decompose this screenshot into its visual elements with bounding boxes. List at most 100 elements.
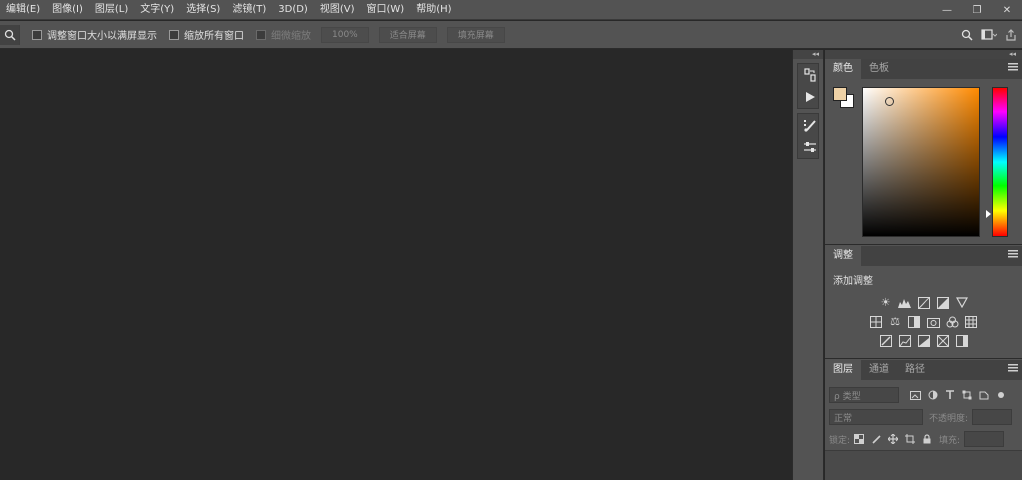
layer-filter-select[interactable]: ρ 类型 — [829, 387, 899, 403]
options-bar: 调整窗口大小以满屏显示 缩放所有窗口 细微缩放 100% 适合屏幕 填充屏幕 — [0, 21, 1022, 49]
options-right-tools — [956, 21, 1022, 49]
blend-row: 正常 不透明度: — [825, 406, 1022, 428]
history-icon[interactable] — [798, 64, 822, 86]
right-panels: ◂◂ 颜色 色板 调整 添加调整 ☀ ⚖ 图层 通道 路径 ρ 类型 正常 不透… — [825, 50, 1022, 480]
lock-all-icon[interactable] — [918, 431, 935, 447]
zoom-all-label: 缩放所有窗口 — [184, 31, 244, 42]
opacity-label: 不透明度: — [929, 413, 969, 424]
brush-settings-icon[interactable] — [798, 114, 822, 136]
resize-window-label: 调整窗口大小以满屏显示 — [47, 31, 157, 42]
workspace-icon[interactable] — [978, 24, 1000, 46]
hue-saturation-icon[interactable] — [869, 314, 884, 329]
panel-menu-icon[interactable] — [1008, 364, 1018, 374]
restore-button[interactable]: ❐ — [962, 0, 992, 20]
tab-adjustments[interactable]: 调整 — [825, 246, 861, 266]
color-picker-handle[interactable] — [885, 97, 894, 106]
close-button[interactable]: ✕ — [992, 0, 1022, 20]
filter-toggle-icon[interactable] — [992, 387, 1009, 403]
menu-view[interactable]: 视图(V) — [314, 0, 361, 20]
color-panel-tabs: 颜色 色板 — [825, 59, 1022, 79]
add-adjustment-label: 添加调整 — [833, 276, 873, 287]
zoom-all-checkbox[interactable]: 缩放所有窗口 — [169, 27, 244, 42]
foreground-color-swatch[interactable] — [833, 87, 847, 101]
resize-window-checkbox[interactable]: 调整窗口大小以满屏显示 — [32, 27, 157, 42]
magnifier-icon — [4, 29, 16, 41]
menu-edit[interactable]: 编辑(E) — [0, 0, 46, 20]
tab-layers[interactable]: 图层 — [825, 360, 861, 380]
menu-select[interactable]: 选择(S) — [180, 0, 226, 20]
fit-screen-button[interactable]: 适合屏幕 — [378, 26, 437, 43]
brightness-icon[interactable]: ☀ — [878, 295, 893, 310]
levels-icon[interactable] — [897, 295, 912, 310]
lock-row: 锁定: 填充: — [825, 428, 1022, 450]
tab-paths[interactable]: 路径 — [897, 360, 933, 380]
color-lookup-icon[interactable] — [964, 314, 979, 329]
color-picker — [825, 79, 1022, 241]
threshold-icon[interactable] — [916, 333, 931, 348]
exposure-icon[interactable] — [935, 295, 950, 310]
curves-icon[interactable] — [916, 295, 931, 310]
strip-group-history — [797, 63, 819, 109]
panel-menu-icon[interactable] — [1008, 63, 1018, 73]
tab-color[interactable]: 颜色 — [825, 59, 861, 79]
adjustment-row-2: ⚖ — [825, 314, 1022, 329]
actions-play-icon[interactable] — [798, 86, 822, 108]
fill-screen-button[interactable]: 填充屏幕 — [446, 26, 505, 43]
saturation-value-field[interactable] — [862, 87, 980, 237]
strip-group-brush — [797, 113, 819, 159]
menu-window[interactable]: 窗口(W) — [361, 0, 411, 20]
scrubby-zoom-checkbox[interactable]: 细微缩放 — [256, 27, 311, 42]
tab-swatches[interactable]: 色板 — [861, 59, 897, 79]
blend-mode-select[interactable]: 正常 — [829, 409, 923, 425]
color-panel: 颜色 色板 — [825, 59, 1022, 245]
selective-color-icon[interactable] — [935, 333, 950, 348]
menu-help[interactable]: 帮助(H) — [410, 0, 457, 20]
checkbox-box — [169, 29, 179, 40]
minimize-button[interactable]: — — [932, 0, 962, 20]
adjustment-row-1: ☀ — [825, 295, 1022, 310]
invert-icon[interactable] — [878, 333, 893, 348]
lock-position-move-icon[interactable] — [884, 431, 901, 447]
layers-panel-tabs: 图层 通道 路径 — [825, 360, 1022, 380]
scrubby-zoom-label: 细微缩放 — [271, 31, 311, 42]
hue-slider-arrow[interactable] — [986, 210, 991, 218]
properties-sliders-icon[interactable] — [798, 136, 822, 158]
panel-menu-icon[interactable] — [1008, 250, 1018, 260]
document-canvas-area[interactable] — [0, 50, 792, 480]
lock-artboard-icon[interactable] — [901, 431, 918, 447]
adjustments-panel: 调整 添加调整 ☀ ⚖ — [825, 246, 1022, 359]
hue-slider[interactable] — [992, 87, 1008, 237]
zoom-tool-button[interactable] — [0, 24, 20, 45]
posterize-icon[interactable] — [897, 333, 912, 348]
lock-label: 锁定: — [829, 435, 851, 446]
filter-adjustment-icon[interactable] — [924, 387, 941, 403]
filter-type-icon[interactable] — [941, 387, 958, 403]
collapse-strip-toggle[interactable]: ◂◂ — [793, 50, 823, 59]
collapse-panels-toggle[interactable]: ◂◂ — [825, 50, 1022, 59]
search-icon[interactable] — [956, 24, 978, 46]
menu-layer[interactable]: 图层(L) — [89, 0, 134, 20]
layers-list[interactable] — [825, 450, 1022, 480]
photo-filter-icon[interactable] — [926, 314, 941, 329]
lock-pixels-brush-icon[interactable] — [867, 431, 884, 447]
gradient-map-icon[interactable] — [954, 333, 969, 348]
color-balance-icon[interactable]: ⚖ — [888, 314, 903, 329]
collapsed-panel-strip: ◂◂ — [792, 50, 824, 480]
menu-type[interactable]: 文字(Y) — [134, 0, 180, 20]
checkbox-box — [256, 29, 266, 40]
lock-transparent-icon[interactable] — [850, 431, 867, 447]
filter-shape-icon[interactable] — [958, 387, 975, 403]
share-icon[interactable] — [1000, 24, 1022, 46]
tab-channels[interactable]: 通道 — [861, 360, 897, 380]
menu-3d[interactable]: 3D(D) — [272, 0, 314, 20]
filter-pixel-icon[interactable] — [907, 387, 924, 403]
fill-input[interactable] — [964, 431, 1005, 447]
opacity-input[interactable] — [972, 409, 1013, 425]
filter-smart-object-icon[interactable] — [975, 387, 992, 403]
zoom-100-button[interactable]: 100% — [321, 26, 369, 43]
menu-image[interactable]: 图像(I) — [46, 0, 89, 20]
vibrance-icon[interactable] — [954, 295, 969, 310]
channel-mixer-icon[interactable] — [945, 314, 960, 329]
black-white-icon[interactable] — [907, 314, 922, 329]
menu-filter[interactable]: 滤镜(T) — [226, 0, 272, 20]
